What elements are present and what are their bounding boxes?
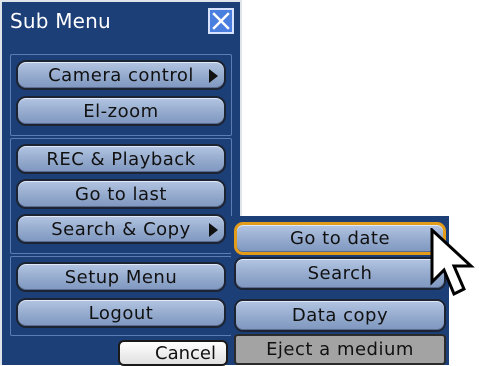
mouse-pointer-icon <box>430 228 475 297</box>
camera-control-button[interactable]: Camera control <box>16 60 226 90</box>
logout-label: Logout <box>88 302 154 324</box>
go-to-last-label: Go to last <box>75 183 167 205</box>
data-copy-label: Data copy <box>291 305 389 326</box>
go-to-date-label: Go to date <box>289 228 391 249</box>
search-copy-button[interactable]: Search & Copy <box>16 214 226 244</box>
close-icon <box>212 12 230 30</box>
close-button[interactable] <box>208 8 234 34</box>
window-title: Sub Menu <box>10 9 111 33</box>
search-copy-label: Search & Copy <box>51 218 191 240</box>
setup-menu-button[interactable]: Setup Menu <box>16 262 226 292</box>
eject-medium-button: Eject a medium <box>234 334 446 365</box>
setup-menu-label: Setup Menu <box>64 266 178 288</box>
cancel-button[interactable]: Cancel <box>118 340 228 366</box>
el-zoom-label: El-zoom <box>83 100 159 122</box>
go-to-date-button[interactable]: Go to date <box>234 222 446 255</box>
rec-playback-label: REC & Playback <box>46 148 196 170</box>
go-to-last-button[interactable]: Go to last <box>16 179 226 209</box>
rec-playback-button[interactable]: REC & Playback <box>16 144 226 174</box>
logout-button[interactable]: Logout <box>16 298 226 328</box>
data-copy-button[interactable]: Data copy <box>234 299 446 332</box>
cancel-label: Cancel <box>155 342 216 364</box>
triangle-right-icon <box>209 223 218 237</box>
search-label: Search <box>307 263 373 284</box>
eject-medium-label: Eject a medium <box>266 339 414 360</box>
camera-control-label: Camera control <box>48 64 194 86</box>
search-copy-submenu: Go to date Search Data copy Eject a medi… <box>231 216 449 365</box>
search-button[interactable]: Search <box>234 257 446 290</box>
triangle-right-icon <box>209 69 218 83</box>
sub-menu-panel: Sub Menu Camera control El-zoom REC & Pl… <box>0 0 242 366</box>
el-zoom-button[interactable]: El-zoom <box>16 96 226 126</box>
title-bar: Sub Menu <box>2 2 240 40</box>
